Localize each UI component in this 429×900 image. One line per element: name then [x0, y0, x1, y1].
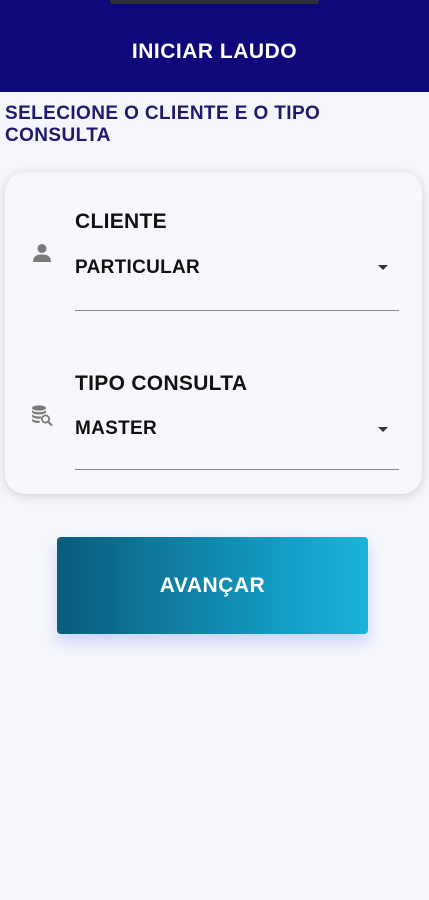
cliente-underline — [75, 310, 399, 311]
app-header: INICIAR LAUDO — [0, 0, 429, 92]
tipo-consulta-value[interactable]: MASTER — [75, 418, 157, 440]
chevron-down-icon[interactable] — [378, 427, 388, 432]
tipo-consulta-label: TIPO CONSULTA — [75, 372, 248, 395]
database-search-icon — [31, 404, 53, 426]
page-title: INICIAR LAUDO — [131, 40, 298, 63]
cliente-value[interactable]: PARTICULAR — [75, 257, 200, 279]
cliente-label: CLIENTE — [75, 210, 167, 233]
selection-card: CLIENTE PARTICULAR TIPO CONSULTA MASTER — [5, 172, 422, 494]
person-icon — [31, 242, 53, 264]
status-bar-notch — [110, 0, 319, 4]
advance-button[interactable]: AVANÇAR — [57, 537, 368, 634]
instruction-text: SELECIONE O CLIENTE E O TIPO CONSULTA — [5, 103, 321, 146]
tipo-consulta-underline — [75, 469, 399, 470]
tipo-consulta-dropdown[interactable]: TIPO CONSULTA MASTER — [5, 334, 422, 474]
chevron-down-icon[interactable] — [378, 265, 388, 270]
cliente-dropdown[interactable]: CLIENTE PARTICULAR — [5, 172, 422, 312]
